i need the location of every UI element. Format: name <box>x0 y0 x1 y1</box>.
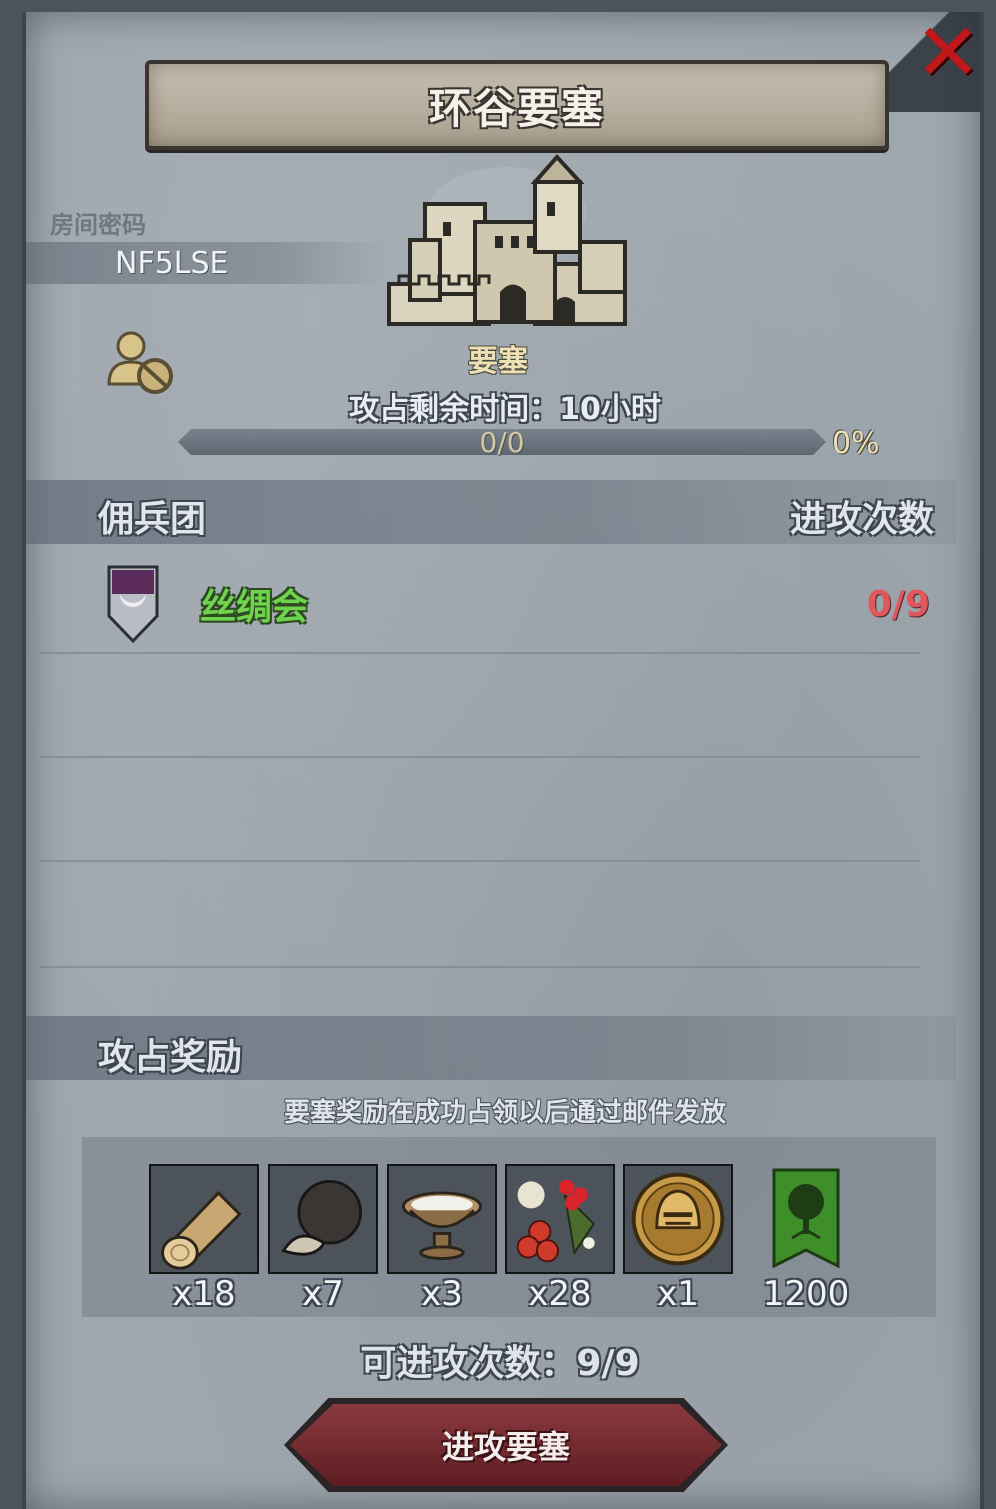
tree-banner-icon[interactable] <box>772 1168 840 1269</box>
row-divider <box>40 756 920 758</box>
capture-progress-percent: 0% <box>832 426 880 461</box>
truffle-icon[interactable] <box>268 1164 378 1274</box>
row-divider <box>40 966 920 968</box>
wood-log-icon[interactable] <box>149 1164 259 1274</box>
attack-fortress-button[interactable]: 进攻要塞 <box>290 1404 722 1486</box>
row-divider <box>40 652 920 654</box>
title-banner: 环谷要塞 <box>145 60 889 150</box>
guild-name[interactable]: 丝绸会 <box>200 578 308 630</box>
berries-icon[interactable] <box>505 1164 615 1274</box>
reward-quantity: x28 <box>528 1274 592 1314</box>
reward-quantity: x3 <box>421 1274 463 1314</box>
castle-icon <box>387 154 627 326</box>
guild-shield-icon <box>107 565 159 644</box>
mercenary-section-title: 佣兵团 <box>98 499 207 540</box>
attack-fortress-label: 进攻要塞 <box>441 1428 570 1466</box>
milk-bowl-icon[interactable] <box>387 1164 497 1274</box>
capture-progress-text: 0/0 <box>479 426 525 459</box>
reward-quantity: x1 <box>657 1274 699 1314</box>
capture-time-remaining: 攻占剩余时间：10小时 <box>349 392 661 427</box>
rewards-section-title: 攻占奖励 <box>98 1037 243 1078</box>
reward-quantity: x18 <box>172 1274 236 1314</box>
fortress-type-label: 要塞 <box>468 344 528 379</box>
row-divider <box>40 860 920 862</box>
reward-quantity: x7 <box>302 1274 344 1314</box>
rewards-mail-note: 要塞奖励在成功占领以后通过邮件发放 <box>283 1098 726 1128</box>
reward-quantity: 1200 <box>762 1274 850 1314</box>
guild-attack-count: 0/9 <box>866 584 930 625</box>
available-attacks: 可进攻次数：9/9 <box>360 1343 640 1384</box>
room-password-label: 房间密码 <box>50 211 146 239</box>
page-title: 环谷要塞 <box>428 83 605 133</box>
knight-helmet-coin-icon[interactable] <box>623 1164 733 1274</box>
close-icon[interactable]: ✕ <box>914 13 982 93</box>
room-password-value: NF5LSE <box>115 246 229 281</box>
attack-count-column-header: 进攻次数 <box>789 499 934 540</box>
